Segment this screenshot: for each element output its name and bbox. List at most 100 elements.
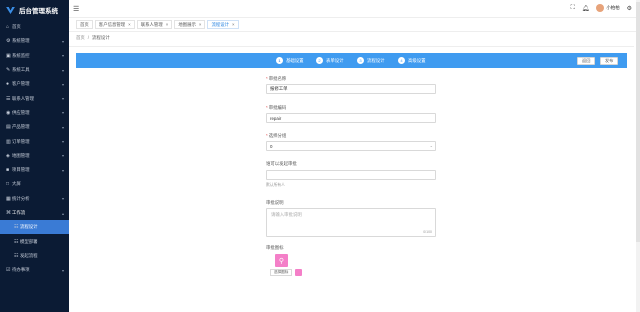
sidebar: 后台管理系统 ⌂ 首页 ⚙ 系统管理 ▾ ▣ 系统监控 ▾ ✎ 系统工具 ▾ ● 客户管理 ▾ ☰… — [0, 0, 69, 312]
close-icon[interactable]: × — [199, 22, 202, 27]
sidebar-item-orders[interactable]: ▥ 订单管理 ▾ — [0, 134, 69, 148]
sidebar-item-map[interactable]: ◈ 地图管理 ▾ — [0, 149, 69, 163]
step-number: 3 — [357, 57, 364, 64]
chevron-down-icon: ▾ — [61, 167, 64, 173]
initiator-input[interactable] — [266, 170, 436, 180]
hamburger-icon[interactable]: ☰ — [73, 5, 79, 13]
breadcrumb-current: 流程设计 — [92, 35, 110, 40]
char-count: 0/100 — [423, 230, 432, 234]
sidebar-item-customers[interactable]: ● 客户管理 ▾ — [0, 77, 69, 91]
icon-actions: 选择图标 — [270, 269, 303, 276]
chevron-down-icon: ⌄ — [429, 143, 433, 148]
sidebar-menu: ⌂ 首页 ⚙ 系统管理 ▾ ▣ 系统监控 ▾ ✎ 系统工具 ▾ ● 客户管理 ▾ ☰ 联系人管理 ▾ … — [0, 20, 69, 277]
sidebar-item-workflow[interactable]: ⌘ 工作流 ▴ — [0, 206, 69, 220]
header-right: ⛶ 🔔︎ 小柏柏 ⚙ — [571, 4, 632, 12]
sidebar-item-system[interactable]: ⚙ 系统管理 ▾ — [0, 34, 69, 48]
desc-placeholder: 请输入审批说明 — [271, 212, 302, 217]
sidebar-item-home[interactable]: ⌂ 首页 — [0, 20, 69, 34]
close-icon[interactable]: × — [128, 22, 131, 27]
group-select[interactable]: 0 — [266, 141, 436, 151]
chevron-up-icon: ▴ — [61, 210, 64, 216]
sidebar-item-contacts[interactable]: ☰ 联系人管理 ▾ — [0, 91, 69, 105]
sidebar-item-process-design[interactable]: ☷ 流程设计 — [0, 220, 69, 235]
chevron-down-icon: ▾ — [61, 53, 64, 59]
sidebar-item-model-deploy[interactable]: ☷ 模型部署 — [0, 234, 69, 248]
fullscreen-icon[interactable]: ⛶ — [571, 5, 575, 12]
sidebar-item-projects[interactable]: ■ 项目管理 ▾ — [0, 163, 69, 177]
chevron-down-icon: ▾ — [61, 196, 64, 202]
back-button[interactable]: 返回 — [577, 57, 596, 65]
approval-icon-preview[interactable]: ⚲ — [275, 254, 288, 267]
sidebar-item-bigscreen[interactable]: □ 大屏 — [0, 177, 69, 191]
brand: 后台管理系统 — [0, 0, 69, 20]
chevron-down-icon: ▾ — [61, 110, 64, 116]
chevron-down-icon: ▾ — [61, 124, 64, 130]
initiator-hint: 默认所有人 — [266, 183, 285, 187]
settings-icon[interactable]: ⚙ — [627, 5, 632, 12]
chevron-down-icon: ▾ — [61, 96, 64, 102]
sidebar-item-supply[interactable]: ◉ 供应管理 ▾ — [0, 106, 69, 120]
avatar — [596, 4, 605, 12]
divider — [69, 46, 634, 47]
icon-label: 审批图标 — [266, 245, 284, 250]
code-label: *审批编码 — [266, 105, 287, 110]
tab-bar: 首页 客户信息管理 × 联系人管理 × 地图展示 × 流程设计 × — [69, 18, 640, 32]
group-label: *选择分组 — [266, 133, 287, 138]
initiator-label: 谁可以发起审批 — [266, 161, 297, 166]
bell-icon[interactable]: 🔔︎ — [582, 5, 590, 12]
choose-icon-button[interactable]: 选择图标 — [270, 269, 293, 276]
step-basic-settings[interactable]: 1 基础设置 — [276, 57, 304, 64]
publish-button[interactable]: 发布 — [600, 57, 619, 65]
sidebar-item-todo[interactable]: ☑ 待办事项 ▾ — [0, 263, 69, 277]
chevron-down-icon: ▾ — [61, 38, 64, 44]
breadcrumb-home[interactable]: 首页 — [76, 35, 85, 41]
chevron-down-icon: ▾ — [61, 153, 64, 159]
sidebar-item-stats[interactable]: ▦ 统计分析 ▾ — [0, 192, 69, 206]
scrollbar[interactable] — [636, 0, 640, 312]
step-form-design[interactable]: 2 表单设计 — [316, 57, 344, 64]
group-select-wrap: 0 ⌄ — [266, 141, 436, 151]
tab-customer-info[interactable]: 客户信息管理 × — [94, 20, 135, 29]
user-menu[interactable]: 小柏柏 — [596, 4, 620, 12]
name-input[interactable]: 报修工单 — [266, 84, 436, 94]
chevron-down-icon: ▾ — [61, 267, 64, 273]
step-number: 4 — [398, 57, 405, 64]
step-advanced-settings[interactable]: 4 高级设置 — [398, 57, 426, 64]
breadcrumb: 首页 / 流程设计 — [76, 35, 110, 41]
chevron-down-icon: ▾ — [61, 81, 64, 87]
top-bar: ☰ ⛶ 🔔︎ 小柏柏 ⚙ — [69, 0, 640, 18]
icon-preview-wrap: ⚲ — [275, 254, 288, 267]
desc-textarea[interactable]: 请输入审批说明 0/100 — [266, 208, 436, 237]
tab-home[interactable]: 首页 — [76, 20, 93, 29]
chevron-down-icon: ▾ — [61, 67, 64, 73]
desc-field-group: 审批说明 — [266, 200, 436, 206]
initiator-field-group: 谁可以发起审批 — [266, 161, 436, 167]
tab-process-design[interactable]: 流程设计 × — [207, 20, 239, 29]
icon-color-swatch[interactable] — [295, 269, 303, 276]
tab-contacts[interactable]: 联系人管理 × — [136, 20, 173, 29]
sidebar-item-start-process[interactable]: ☷ 发起流程 — [0, 249, 69, 263]
sidebar-item-tools[interactable]: ✎ 系统工具 ▾ — [0, 63, 69, 77]
chevron-down-icon: ▾ — [61, 139, 64, 145]
app-title: 后台管理系统 — [19, 8, 58, 15]
step-bar: 1 基础设置 2 表单设计 3 流程设计 4 高级设置 — [76, 53, 627, 68]
sidebar-item-monitor[interactable]: ▣ 系统监控 ▾ — [0, 49, 69, 63]
name-label: *审批名称 — [266, 76, 287, 81]
tab-map[interactable]: 地图展示 × — [174, 20, 206, 29]
sidebar-item-products[interactable]: ▤ 产品管理 ▾ — [0, 120, 69, 134]
icon-field-group: 审批图标 — [266, 245, 436, 251]
code-field-group: *审批编码 — [266, 105, 436, 111]
group-field-group: *选择分组 — [266, 133, 436, 139]
desc-textarea-wrap: 请输入审批说明 0/100 — [266, 208, 436, 237]
close-icon[interactable]: × — [166, 22, 169, 27]
breadcrumb-separator: / — [87, 35, 90, 40]
scrollbar-thumb[interactable] — [636, 2, 640, 242]
initiator-input-wrap: 默认所有人 — [266, 170, 436, 188]
code-input[interactable]: repair — [266, 113, 436, 123]
close-icon[interactable]: × — [232, 22, 235, 27]
name-field-group: *审批名称 — [266, 76, 436, 82]
step-number: 2 — [316, 57, 323, 64]
desc-label: 审批说明 — [266, 200, 284, 205]
step-number: 1 — [276, 57, 283, 64]
step-process-design[interactable]: 3 流程设计 — [357, 57, 385, 64]
